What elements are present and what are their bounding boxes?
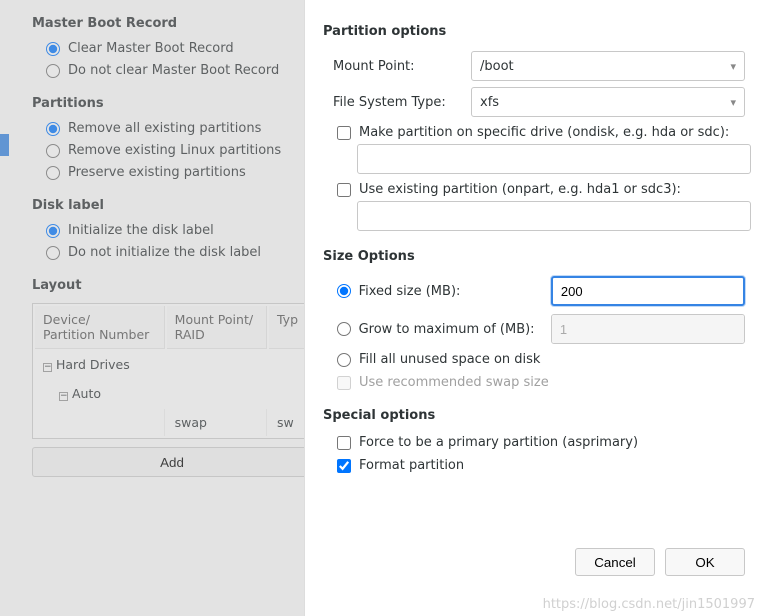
cancel-button[interactable]: Cancel [575, 548, 655, 576]
onpart-label: Use existing partition (onpart, e.g. hda… [359, 182, 681, 197]
swap-size-label: Use recommended swap size [359, 375, 549, 390]
watermark-text: https://blog.csdn.net/jin1501997 [543, 597, 755, 612]
table-row[interactable]: −Hard Drives [35, 351, 309, 378]
mount-point-label: Mount Point: [333, 59, 461, 74]
col-mountpoint[interactable]: Mount Point/RAID [167, 306, 267, 349]
layout-table: Device/Partition Number Mount Point/RAID… [32, 303, 312, 439]
format-label: Format partition [359, 458, 464, 473]
ondisk-input[interactable] [357, 144, 751, 174]
mbr-noclear-label: Do not clear Master Boot Record [68, 63, 279, 78]
grow-label: Grow to maximum of (MB): [359, 322, 543, 337]
add-button[interactable]: Add [32, 447, 312, 477]
asprimary-label: Force to be a primary partition (asprima… [359, 435, 638, 450]
table-row[interactable]: −Auto [35, 380, 309, 407]
fs-type-value: xfs [480, 95, 499, 110]
swap-size-checkbox [337, 376, 351, 390]
col-type[interactable]: Typ [269, 306, 309, 349]
partition-dialog: Partition options Mount Point: /boot ▾ F… [304, 0, 763, 616]
chevron-down-icon: ▾ [730, 96, 736, 109]
table-row[interactable]: swapsw [35, 409, 309, 436]
ondisk-checkbox[interactable] [337, 126, 351, 140]
col-device[interactable]: Device/Partition Number [35, 306, 165, 349]
mbr-clear-label: Clear Master Boot Record [68, 41, 234, 56]
fixed-size-spin[interactable]: ▲▼ [551, 276, 745, 306]
special-options-title: Special options [323, 408, 745, 423]
fill-radio[interactable] [337, 353, 351, 367]
fill-label: Fill all unused space on disk [359, 352, 540, 367]
fs-type-label: File System Type: [333, 95, 461, 110]
mount-point-value: /boot [480, 59, 514, 74]
active-tab-indicator [0, 134, 9, 156]
chevron-down-icon: ▾ [730, 60, 736, 73]
onpart-input[interactable] [357, 201, 751, 231]
grow-input [552, 315, 744, 343]
fixed-size-input[interactable] [553, 278, 745, 304]
fs-type-combo[interactable]: xfs ▾ [471, 87, 745, 117]
tree-collapse-icon[interactable]: − [59, 392, 68, 401]
size-options-title: Size Options [323, 249, 745, 264]
grow-spin: ▲▼ [551, 314, 745, 344]
partition-options-title: Partition options [323, 24, 745, 39]
fixed-size-radio[interactable] [337, 284, 351, 298]
asprimary-checkbox[interactable] [337, 436, 351, 450]
ok-button[interactable]: OK [665, 548, 745, 576]
onpart-checkbox[interactable] [337, 183, 351, 197]
tree-collapse-icon[interactable]: − [43, 363, 52, 372]
grow-radio[interactable] [337, 322, 351, 336]
ondisk-label: Make partition on specific drive (ondisk… [359, 125, 729, 140]
mount-point-combo[interactable]: /boot ▾ [471, 51, 745, 81]
fixed-size-label: Fixed size (MB): [359, 284, 543, 299]
format-checkbox[interactable] [337, 459, 351, 473]
